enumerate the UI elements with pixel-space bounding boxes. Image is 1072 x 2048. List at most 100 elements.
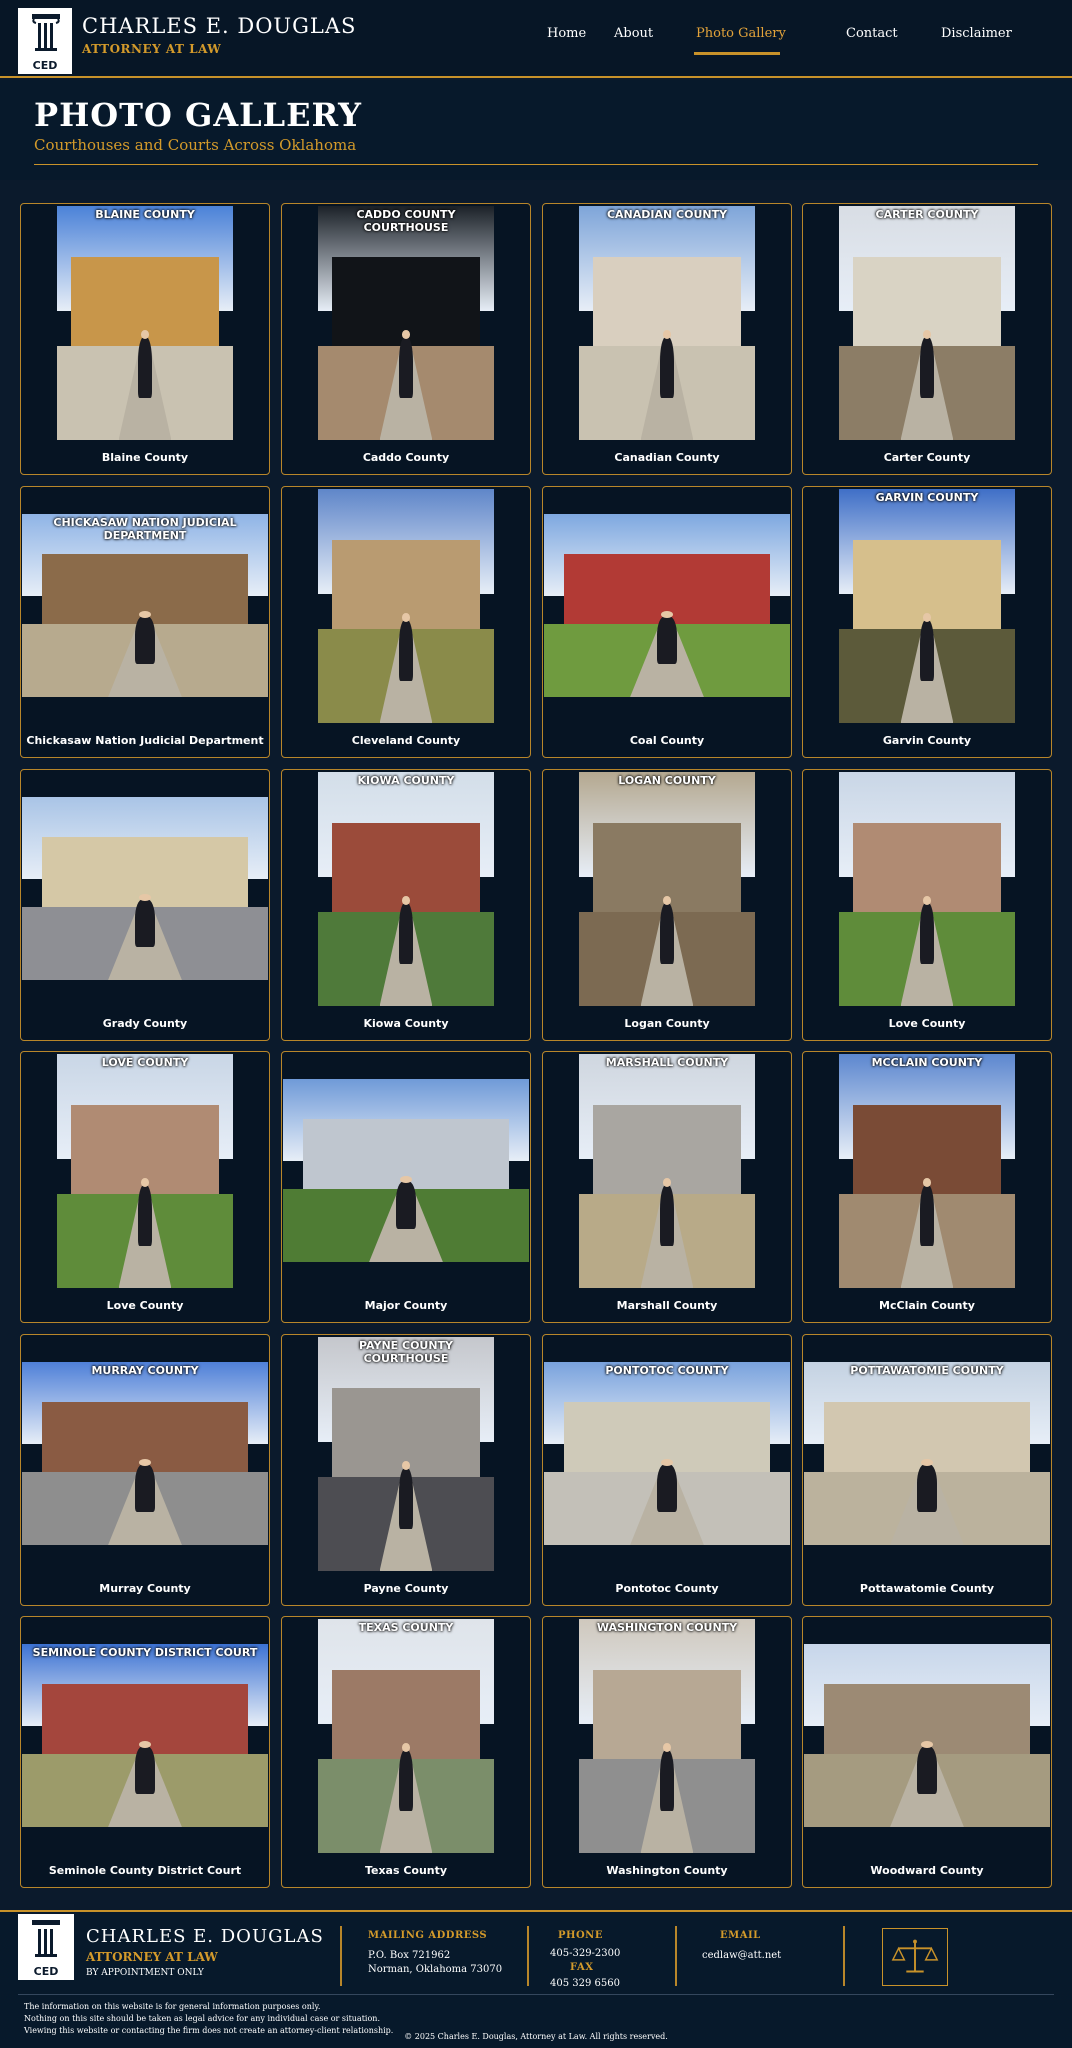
photo-overlay-label: CHICKASAW NATION JUDICIAL DEPARTMENT: [53, 516, 237, 542]
gallery-caption: Logan County: [624, 1017, 710, 1030]
courthouse-photo[interactable]: LOVE COUNTY: [57, 1054, 233, 1288]
gallery-caption: Caddo County: [362, 451, 450, 464]
footer-brand-subtitle: ATTORNEY AT LAW: [86, 1950, 218, 1964]
attorney-figure: [398, 1750, 414, 1811]
courthouse-photo[interactable]: GARVIN COUNTY: [839, 489, 1015, 723]
gallery-caption: Canadian County: [614, 451, 720, 464]
footer-logo[interactable]: CED: [18, 1914, 74, 1980]
footer-divider: [340, 1926, 342, 1986]
site-logo[interactable]: CED: [18, 8, 72, 74]
photo-overlay-label: CANADIAN COUNTY: [606, 208, 728, 221]
gallery-card[interactable]: Love County: [802, 769, 1052, 1041]
gallery-card[interactable]: Woodward County: [802, 1616, 1052, 1888]
courthouse-photo[interactable]: CADDO COUNTY COURTHOUSE: [318, 206, 494, 440]
gallery-card[interactable]: CHICKASAW NATION JUDICIAL DEPARTMENT Chic…: [20, 486, 270, 758]
gallery-card[interactable]: MARSHALL COUNTY Marshall County: [542, 1051, 792, 1323]
attorney-figure: [135, 899, 155, 948]
photo-overlay-label: PAYNE COUNTY COURTHOUSE: [358, 1339, 454, 1365]
courthouse-photo[interactable]: CANADIAN COUNTY: [579, 206, 755, 440]
email-link[interactable]: cedlaw@att.net: [702, 1950, 781, 1961]
gallery-card[interactable]: MURRAY COUNTY Murray County: [20, 1334, 270, 1606]
courthouse-photo[interactable]: KIOWA COUNTY: [318, 772, 494, 1006]
gallery-card[interactable]: KIOWA COUNTY Kiowa County: [281, 769, 531, 1041]
courthouse-photo[interactable]: POTTAWATOMIE COUNTY: [804, 1362, 1050, 1545]
photo-overlay-label: MARSHALL COUNTY: [605, 1056, 729, 1069]
attorney-figure: [135, 616, 155, 665]
nav-disclaimer[interactable]: Disclaimer: [941, 26, 1012, 41]
gallery-caption: Carter County: [883, 451, 971, 464]
gallery-card[interactable]: Coal County: [542, 486, 792, 758]
gallery-card[interactable]: PAYNE COUNTY COURTHOUSE Payne County: [281, 1334, 531, 1606]
gallery-card[interactable]: CANADIAN COUNTY Canadian County: [542, 203, 792, 475]
courthouse-photo[interactable]: CARTER COUNTY: [839, 206, 1015, 440]
attorney-figure: [919, 903, 935, 964]
courthouse-photo[interactable]: BLAINE COUNTY: [57, 206, 233, 440]
attorney-figure: [919, 337, 935, 398]
photo-overlay-label: KIOWA COUNTY: [357, 774, 455, 787]
gallery-card[interactable]: SEMINOLE COUNTY DISTRICT COURT Seminole C…: [20, 1616, 270, 1888]
courthouse-photo[interactable]: MCCLAIN COUNTY: [839, 1054, 1015, 1288]
gallery-card[interactable]: LOGAN COUNTY Logan County: [542, 769, 792, 1041]
courthouse-photo[interactable]: MURRAY COUNTY: [22, 1362, 268, 1545]
gallery-caption: Payne County: [363, 1582, 449, 1595]
gallery-caption: Washington County: [606, 1864, 728, 1877]
attorney-figure: [135, 1464, 155, 1513]
footer-divider: [675, 1926, 677, 1986]
gallery-card[interactable]: MCCLAIN COUNTY McClain County: [802, 1051, 1052, 1323]
courthouse-photo[interactable]: LOGAN COUNTY: [579, 772, 755, 1006]
gallery-caption: Texas County: [364, 1864, 448, 1877]
gallery-card[interactable]: CARTER COUNTY Carter County: [802, 203, 1052, 475]
gallery-caption: Chickasaw Nation Judicial Department: [26, 734, 264, 747]
courthouse-photo[interactable]: CHICKASAW NATION JUDICIAL DEPARTMENT: [22, 514, 268, 697]
courthouse-photo[interactable]: [318, 489, 494, 723]
gallery-card[interactable]: POTTAWATOMIE COUNTY Pottawatomie County: [802, 1334, 1052, 1606]
nav-home[interactable]: Home: [547, 26, 586, 41]
photo-overlay-label: BLAINE COUNTY: [95, 208, 195, 221]
courthouse-photo[interactable]: TEXAS COUNTY: [318, 1619, 494, 1853]
gallery-caption: Love County: [888, 1017, 966, 1030]
attorney-figure: [137, 337, 153, 398]
gallery-card[interactable]: PONTOTOC COUNTY Pontotoc County: [542, 1334, 792, 1606]
courthouse-photo[interactable]: [22, 797, 268, 980]
phone-heading: PHONE: [558, 1930, 603, 1941]
courthouse-photo[interactable]: [544, 514, 790, 697]
photo-overlay-label: TEXAS COUNTY: [358, 1621, 454, 1634]
nav-photo-gallery[interactable]: Photo Gallery: [696, 26, 786, 41]
gallery-card[interactable]: Cleveland County: [281, 486, 531, 758]
attorney-figure: [398, 337, 414, 398]
attorney-figure: [917, 1746, 937, 1795]
fax-heading: FAX: [570, 1962, 594, 1973]
courthouse-photo[interactable]: [283, 1079, 529, 1262]
courthouse-photo[interactable]: [804, 1644, 1050, 1827]
brand-name[interactable]: CHARLES E. DOUGLAS: [82, 14, 356, 38]
courthouse-photo[interactable]: [839, 772, 1015, 1006]
gallery-card[interactable]: Major County: [281, 1051, 531, 1323]
page-title: PHOTO GALLERY: [34, 96, 362, 134]
courthouse-photo[interactable]: MARSHALL COUNTY: [579, 1054, 755, 1288]
courthouse-photo[interactable]: SEMINOLE COUNTY DISTRICT COURT: [22, 1644, 268, 1827]
nav-active-underline: [694, 52, 780, 55]
gallery-card[interactable]: WASHINGTON COUNTY Washington County: [542, 1616, 792, 1888]
gallery-caption: Garvin County: [882, 734, 972, 747]
disclaimer-line-2: Nothing on this site should be taken as …: [24, 2014, 380, 2023]
nav-contact[interactable]: Contact: [846, 26, 898, 41]
gallery-caption: Marshall County: [616, 1299, 718, 1312]
courthouse-photo[interactable]: PAYNE COUNTY COURTHOUSE: [318, 1337, 494, 1571]
gallery-card[interactable]: TEXAS COUNTY Texas County: [281, 1616, 531, 1888]
gallery-card[interactable]: CADDO COUNTY COURTHOUSE Caddo County: [281, 203, 531, 475]
courthouse-photo[interactable]: WASHINGTON COUNTY: [579, 1619, 755, 1853]
courthouse-photo[interactable]: PONTOTOC COUNTY: [544, 1362, 790, 1545]
gallery-card[interactable]: LOVE COUNTY Love County: [20, 1051, 270, 1323]
photo-overlay-label: WASHINGTON COUNTY: [596, 1621, 738, 1634]
gallery-card[interactable]: BLAINE COUNTY Blaine County: [20, 203, 270, 475]
footer-divider: [843, 1926, 845, 1986]
fax-number: 405 329 6560: [550, 1978, 620, 1989]
footer-divider: [527, 1926, 529, 1986]
photo-overlay-label: POTTAWATOMIE COUNTY: [850, 1364, 1004, 1377]
gallery-caption: Kiowa County: [363, 1017, 449, 1030]
gallery-card[interactable]: Grady County: [20, 769, 270, 1041]
nav-about[interactable]: About: [614, 26, 653, 41]
attorney-figure: [919, 620, 935, 681]
phone-number[interactable]: 405-329-2300: [550, 1948, 620, 1959]
gallery-card[interactable]: GARVIN COUNTY Garvin County: [802, 486, 1052, 758]
